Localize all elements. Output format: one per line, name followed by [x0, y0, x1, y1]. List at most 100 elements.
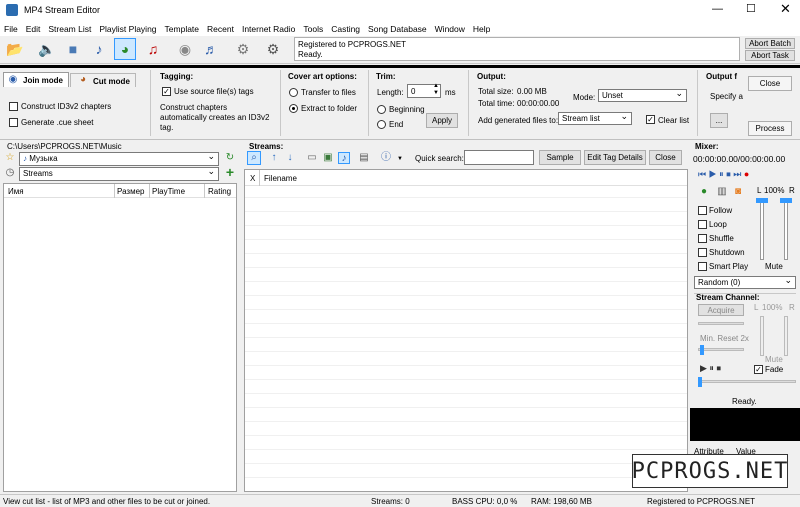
channel-seek-thumb[interactable] [698, 377, 702, 387]
channel-slider-a[interactable] [698, 322, 744, 325]
channel-right-slider[interactable] [784, 316, 788, 356]
menu-help[interactable]: Help [469, 20, 494, 34]
browse-button[interactable]: ... [710, 113, 728, 128]
add-music-icon[interactable]: ♫ [142, 38, 164, 60]
add-icon[interactable]: + [224, 165, 236, 179]
folder-select[interactable]: ♪ Музыка [19, 152, 219, 166]
right-volume-thumb[interactable] [780, 198, 792, 203]
speaker-icon[interactable]: 🔈 [36, 38, 58, 60]
channel-position-slider[interactable] [698, 348, 744, 351]
cd-icon[interactable]: ◉ [174, 38, 196, 60]
construct-id3-checkbox[interactable] [9, 102, 18, 111]
col-size[interactable]: Размер [117, 187, 145, 196]
length-input[interactable]: 0 ▲ ▼ [407, 83, 441, 98]
extract-to-folder-radio[interactable] [289, 104, 298, 113]
col-x[interactable]: X [250, 174, 255, 183]
acquire-button[interactable]: Acquire [698, 304, 744, 316]
menu-recent[interactable]: Recent [203, 20, 238, 34]
abort-batch-button[interactable]: Abort Batch [745, 38, 795, 49]
generate-cue-checkbox[interactable] [9, 118, 18, 127]
maximize-icon[interactable]: ☐ [746, 2, 756, 15]
menu-tools[interactable]: Tools [299, 20, 327, 34]
refresh-icon[interactable]: ↻ [224, 152, 236, 164]
spin-up-icon[interactable]: ▲ [433, 83, 439, 89]
image-icon[interactable]: ▣ [322, 152, 334, 164]
col-rating[interactable]: Rating [208, 187, 231, 196]
note-link-icon[interactable]: ♬ [200, 38, 222, 60]
mixer-mute[interactable]: Mute [765, 262, 783, 271]
search-icon[interactable]: ⌕ [247, 151, 261, 165]
quick-search-input[interactable] [464, 150, 534, 165]
channel-stop-icon[interactable]: ⏹ [716, 363, 721, 373]
stop-icon[interactable]: ⏹ [726, 169, 731, 179]
channel-position-thumb[interactable] [700, 345, 704, 355]
rss-icon[interactable]: ◙ [732, 186, 744, 198]
play-icon[interactable]: ▶ [709, 169, 717, 179]
menu-file[interactable]: File [0, 20, 22, 34]
follow-checkbox[interactable] [698, 206, 707, 215]
menu-template[interactable]: Template [161, 20, 204, 34]
tab-join-mode[interactable]: ◉ Join mode [3, 72, 69, 87]
apply-button[interactable]: Apply [426, 113, 458, 128]
move-down-icon[interactable]: ↓ [284, 152, 296, 164]
next-icon[interactable]: ⏭ [733, 169, 741, 179]
channel-left-slider[interactable] [760, 316, 764, 356]
info-icon[interactable]: ⓘ [380, 152, 392, 164]
clear-list-checkbox[interactable]: ✓ [646, 115, 655, 124]
end-radio[interactable] [377, 120, 386, 129]
settings-icon[interactable]: ⚙ [262, 38, 284, 60]
sample-button[interactable]: Sample [539, 150, 581, 165]
abort-task-button[interactable]: Abort Task [745, 50, 795, 61]
close-icon[interactable]: ✕ [780, 1, 791, 17]
beginning-radio[interactable] [377, 105, 386, 114]
loop-checkbox[interactable] [698, 220, 707, 229]
book-icon[interactable]: ▥ [716, 186, 728, 198]
prev-icon[interactable]: ⏮ [698, 169, 706, 179]
col-playtime[interactable]: PlayTime [152, 187, 185, 196]
close-streams-button[interactable]: Close [649, 150, 682, 165]
right-volume-slider[interactable] [784, 198, 788, 260]
menu-edit[interactable]: Edit [22, 20, 45, 34]
pause-icon[interactable]: ⏸ [719, 169, 724, 179]
left-volume-slider[interactable] [760, 198, 764, 260]
record-icon[interactable]: ● [744, 169, 749, 179]
menu-playlist-playing[interactable]: Playlist Playing [95, 20, 160, 34]
file-list[interactable]: Имя Размер PlayTime Rating [3, 183, 237, 492]
add-generated-select[interactable]: Stream list [558, 112, 632, 125]
monitor-icon[interactable]: ▤ [358, 152, 370, 164]
globe-icon[interactable]: ● [698, 186, 710, 198]
shuffle-checkbox[interactable] [698, 234, 707, 243]
menu-casting[interactable]: Casting [327, 20, 364, 34]
minimize-icon[interactable]: — [712, 3, 723, 15]
channel-seek-slider[interactable] [698, 380, 796, 383]
cube-icon[interactable]: ■ [62, 38, 84, 60]
fade-checkbox[interactable]: ✓ [754, 365, 763, 374]
spin-down-icon[interactable]: ▼ [433, 90, 439, 96]
streams-select[interactable]: Streams [19, 167, 219, 181]
menu-window[interactable]: Window [431, 20, 469, 34]
smart-play-checkbox[interactable] [698, 262, 707, 271]
streams-list[interactable]: X Filename [244, 169, 688, 492]
channel-play-icon[interactable]: ▶ [700, 363, 709, 373]
clock-icon[interactable]: ◷ [4, 167, 16, 179]
mode-select[interactable]: Unset [598, 89, 687, 102]
col-filename[interactable]: Filename [264, 174, 297, 183]
gear-icon[interactable]: ⚙ [232, 38, 254, 60]
close-options-button[interactable]: Close [748, 76, 792, 91]
move-up-icon[interactable]: ↑ [268, 152, 280, 164]
col-name[interactable]: Имя [8, 187, 24, 196]
transfer-to-files-radio[interactable] [289, 88, 298, 97]
shutdown-checkbox[interactable] [698, 248, 707, 257]
menu-internet-radio[interactable]: Internet Radio [238, 20, 299, 34]
random-select[interactable]: Random (0) [694, 276, 796, 289]
menu-stream-list[interactable]: Stream List [44, 20, 95, 34]
stream-icon[interactable]: ♪ [338, 152, 350, 164]
channel-mute[interactable]: Mute [765, 355, 783, 364]
open-folder-icon[interactable]: 📂 [4, 38, 26, 60]
menu-song-database[interactable]: Song Database [364, 20, 431, 34]
info-dropdown-icon[interactable]: ▼ [394, 153, 406, 165]
window-icon[interactable]: ▭ [306, 152, 318, 164]
left-volume-thumb[interactable] [756, 198, 768, 203]
star-icon[interactable]: ☆ [4, 152, 16, 164]
edit-tag-details-button[interactable]: Edit Tag Details [584, 150, 646, 165]
